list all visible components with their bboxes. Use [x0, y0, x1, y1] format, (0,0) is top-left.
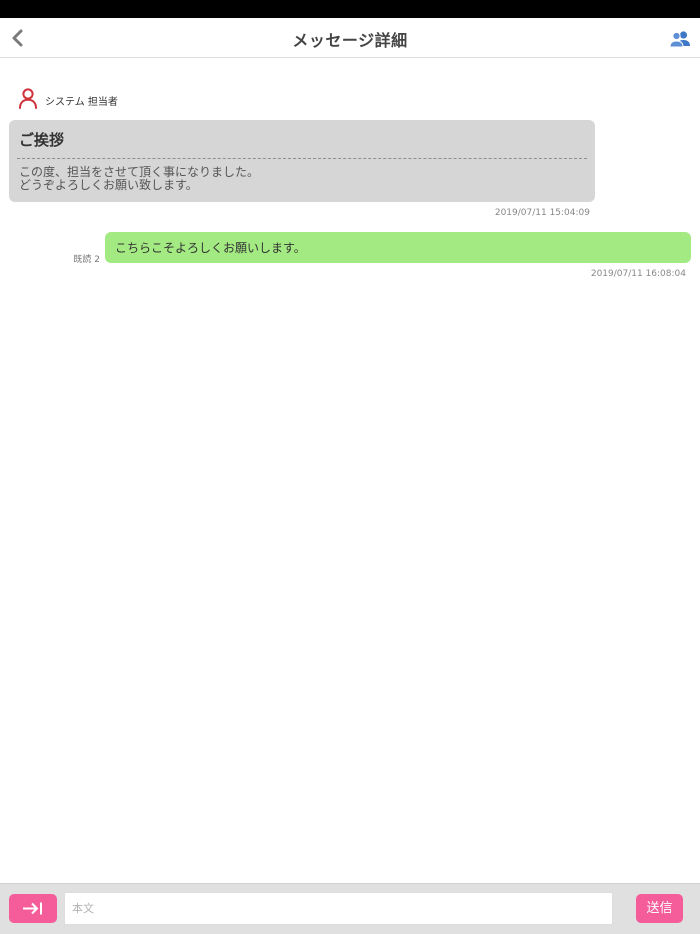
members-button[interactable] [668, 27, 692, 51]
sender-name: システム 担当者 [45, 97, 118, 108]
outgoing-message-bubble: こちらこそよろしくお願いします。 [105, 232, 691, 263]
message-body: この度、担当をさせて頂く事になりました。 どうぞよろしくお願い致します。 [19, 166, 259, 192]
outgoing-message-timestamp: 2019/07/11 16:08:04 [590, 269, 686, 279]
status-bar [0, 0, 700, 18]
arrow-right-to-bar-icon [23, 902, 42, 915]
read-receipt: 既読 2 [73, 255, 100, 265]
attach-button[interactable] [9, 894, 57, 923]
navigation-bar: メッセージ詳細 [0, 18, 700, 58]
incoming-message-bubble: ご挨拶 この度、担当をさせて頂く事になりました。 どうぞよろしくお願い致します。 [9, 120, 595, 202]
person-icon [19, 88, 37, 109]
message-body-input[interactable] [64, 892, 613, 925]
send-button[interactable]: 送信 [636, 894, 683, 923]
page-title: メッセージ詳細 [292, 31, 408, 50]
incoming-message-timestamp: 2019/07/11 15:04:09 [494, 208, 590, 218]
outgoing-message-text: こちらこそよろしくお願いします。 [115, 241, 306, 255]
subject-divider [17, 158, 587, 159]
users-icon [669, 31, 690, 48]
message-composer: 送信 [0, 883, 700, 934]
message-subject: ご挨拶 [19, 131, 65, 149]
message-body-line: どうぞよろしくお願い致します。 [19, 178, 198, 192]
